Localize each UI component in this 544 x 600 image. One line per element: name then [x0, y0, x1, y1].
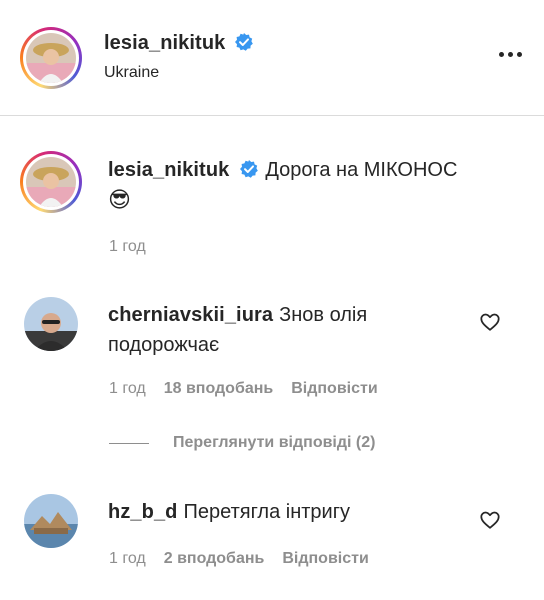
- comment-time[interactable]: 1 год: [109, 380, 146, 397]
- more-options-dot: [507, 51, 513, 57]
- comment-avatar[interactable]: [24, 494, 78, 548]
- more-options-dot: [516, 51, 522, 57]
- caption-time[interactable]: 1 год: [109, 238, 146, 255]
- replies-divider: [109, 443, 149, 444]
- verified-badge-icon: [234, 33, 253, 51]
- likes-count[interactable]: 18 вподобань: [164, 380, 274, 397]
- comment: hz_b_d Перетягла інтригу: [108, 497, 468, 527]
- more-options-button[interactable]: [494, 44, 526, 64]
- comment: cherniavskii_iura Знов олія подорожчає: [108, 300, 468, 360]
- header-avatar[interactable]: [26, 33, 76, 83]
- comment-text: Перетягла інтригу: [183, 501, 351, 523]
- caption: lesia_nikituk Дорога на МІКОНОС 😎: [108, 155, 508, 216]
- comment-username[interactable]: hz_b_d: [108, 501, 178, 523]
- reply-button[interactable]: Відповісти: [291, 380, 377, 397]
- view-replies-button[interactable]: Переглянути відповіді (2): [173, 434, 375, 452]
- reply-button[interactable]: Відповісти: [282, 550, 368, 567]
- likes-count[interactable]: 2 вподобань: [164, 550, 265, 567]
- sunglasses-emoji: 😎: [108, 187, 131, 212]
- heart-outline-icon[interactable]: [479, 311, 501, 333]
- caption-username[interactable]: lesia_nikituk: [108, 159, 229, 181]
- header-location[interactable]: Ukraine: [104, 64, 159, 82]
- header-username[interactable]: lesia_nikituk: [104, 32, 225, 54]
- heart-outline-icon[interactable]: [479, 509, 501, 531]
- post-header: lesia_nikituk Ukraine: [0, 0, 544, 116]
- comment-text: Знов олія: [279, 304, 368, 326]
- caption-text: Дорога на МІКОНОС: [265, 159, 458, 181]
- comment-time[interactable]: 1 год: [109, 550, 146, 567]
- comment-text-continued: подорожчає: [108, 334, 220, 356]
- comment-username[interactable]: cherniavskii_iura: [108, 304, 273, 326]
- verified-badge-icon: [240, 160, 259, 178]
- caption-meta: 1 год: [109, 238, 164, 256]
- more-options-icon: [498, 51, 504, 57]
- caption-avatar-ring[interactable]: [20, 151, 82, 213]
- caption-avatar[interactable]: [26, 157, 76, 207]
- comment-meta: 1 год 18 вподобань Відповісти: [109, 380, 396, 398]
- comment-avatar[interactable]: [24, 297, 78, 351]
- header-avatar-ring[interactable]: [20, 27, 82, 89]
- comment-meta: 1 год 2 вподобань Відповісти: [109, 550, 387, 568]
